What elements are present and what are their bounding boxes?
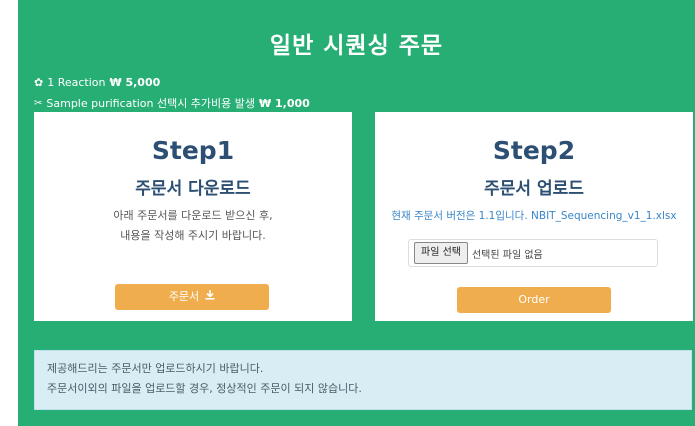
choose-file-button[interactable]: 파일 선택 [414,242,468,264]
order-panel: 일반 시퀀싱 주문 ✿ 1 Reaction ₩ 5,000 ✂ Sample … [18,0,695,426]
notice-line1: 제공해드리는 주문서만 업로드하시기 바랍니다. [47,362,264,375]
pricing-reaction-price: ₩ 5,000 [109,76,161,89]
file-status-text: 선택된 파일 없음 [471,249,543,261]
step1-desc-line2: 내용을 작성해 주시기 바랍니다. [120,229,266,242]
gear-icon: ✿ [34,76,44,89]
step1-card: Step1 주문서 다운로드 아래 주문서를 다운로드 받으신 후, 내용을 작… [34,112,352,321]
download-form-button-label: 주문서 [168,290,200,303]
pricing-reaction: ✿ 1 Reaction ₩ 5,000 [34,76,160,89]
notice-line2: 주문서이외의 파일을 업로드할 경우, 정상적인 주문이 되지 않습니다. [47,382,362,395]
pricing-reaction-text: 1 Reaction [47,76,106,89]
step1-title: 주문서 다운로드 [135,179,251,199]
scissors-icon: ✂ [34,97,43,109]
upload-notice: 제공해드리는 주문서만 업로드하시기 바랍니다. 주문서이외의 파일을 업로드할… [34,350,692,410]
download-form-button[interactable]: 주문서 [115,284,269,310]
page-title: 일반 시퀀싱 주문 [269,33,444,59]
pricing-purification: ✂ Sample purification 선택시 추가비용 발생 ₩ 1,00… [34,95,310,111]
file-upload-input[interactable]: 파일 선택 선택된 파일 없음 [408,239,658,267]
step1-desc-line1: 아래 주문서를 다운로드 받으신 후, [113,209,273,222]
pricing-purification-text: Sample purification 선택시 추가비용 발생 [46,97,256,110]
step2-version-text: 현재 주문서 버전은 1.1입니다. NBIT_Sequencing_v1_1.… [391,210,677,222]
step2-card: Step2 주문서 업로드 현재 주문서 버전은 1.1입니다. NBIT_Se… [375,112,693,321]
download-icon [205,284,215,310]
step2-title: 주문서 업로드 [484,179,584,199]
order-button[interactable]: Order [457,287,611,313]
step1-label: Step1 [151,136,235,165]
step1-description: 아래 주문서를 다운로드 받으신 후, 내용을 작성해 주시기 바랍니다. [34,206,352,246]
pricing-purification-price: ₩ 1,000 [259,96,310,110]
step2-label: Step2 [492,136,576,165]
